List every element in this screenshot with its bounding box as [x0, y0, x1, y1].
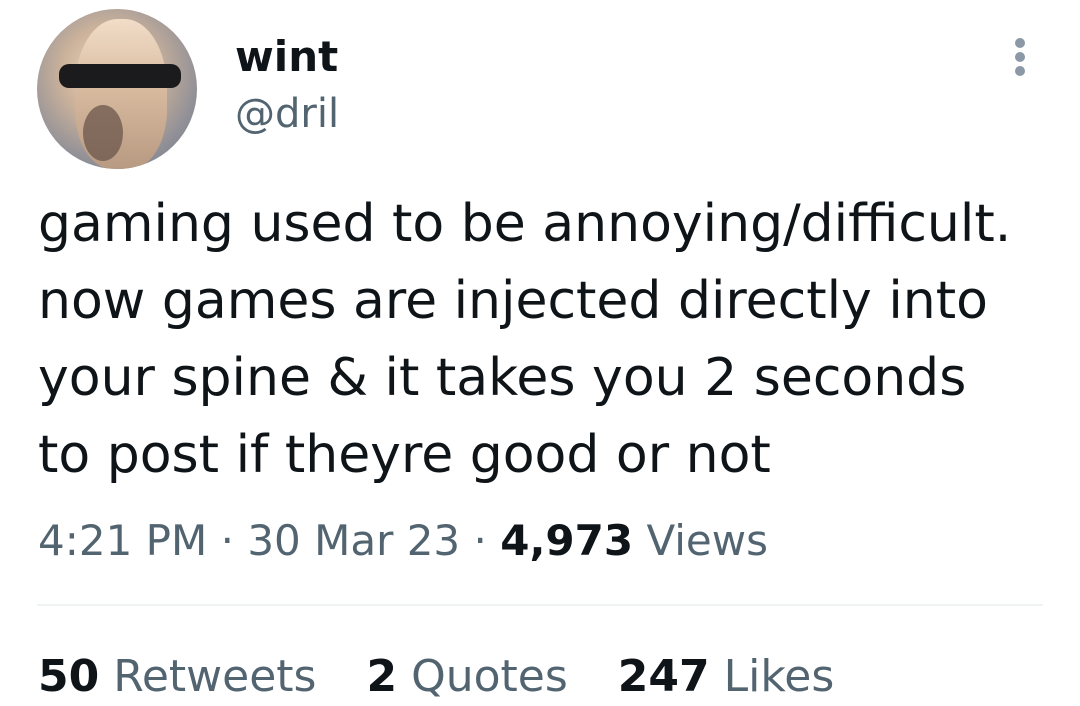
meta-separator: · [473, 516, 487, 565]
likes-count: 247 [617, 651, 710, 702]
tweet-text: gaming used to be annoying/difficult. no… [38, 186, 1058, 494]
tweet-text-line: your spine & it takes you 2 seconds [38, 348, 967, 408]
meta-separator: · [220, 516, 234, 565]
tweet-time[interactable]: 4:21 PM [38, 516, 207, 565]
avatar-sunglasses [59, 64, 181, 88]
retweets-label: Retweets [113, 651, 317, 702]
likes-stat[interactable]: 247 Likes [618, 648, 835, 706]
engagement-stats: 50 Retweets 2 Quotes 247 Likes [38, 648, 870, 706]
tweet-text-line: gaming used to be annoying/difficult. [38, 194, 1012, 254]
divider [37, 604, 1043, 606]
views-count: 4,973 [500, 516, 634, 565]
author-handle[interactable]: @dril [235, 88, 339, 140]
retweets-count: 50 [38, 651, 100, 702]
retweets-stat[interactable]: 50 Retweets [38, 648, 316, 706]
likes-label: Likes [723, 651, 835, 702]
tweet-date[interactable]: 30 Mar 23 [247, 516, 460, 565]
quotes-stat[interactable]: 2 Quotes [366, 648, 567, 706]
tweet-text-line: now games are injected directly into [38, 271, 988, 331]
views-label: Views [646, 516, 769, 565]
author-display-name[interactable]: wint [235, 30, 338, 84]
quotes-count: 2 [366, 651, 398, 702]
tweet-card: wint @dril gaming used to be annoying/di… [0, 0, 1080, 702]
quotes-label: Quotes [411, 651, 568, 702]
tweet-text-line: to post if theyre good or not [38, 425, 771, 485]
avatar-shadow [83, 105, 123, 161]
more-vertical-icon[interactable] [1006, 36, 1034, 78]
avatar[interactable] [37, 9, 197, 169]
tweet-metadata: 4:21 PM · 30 Mar 23 · 4,973 Views [38, 512, 768, 570]
